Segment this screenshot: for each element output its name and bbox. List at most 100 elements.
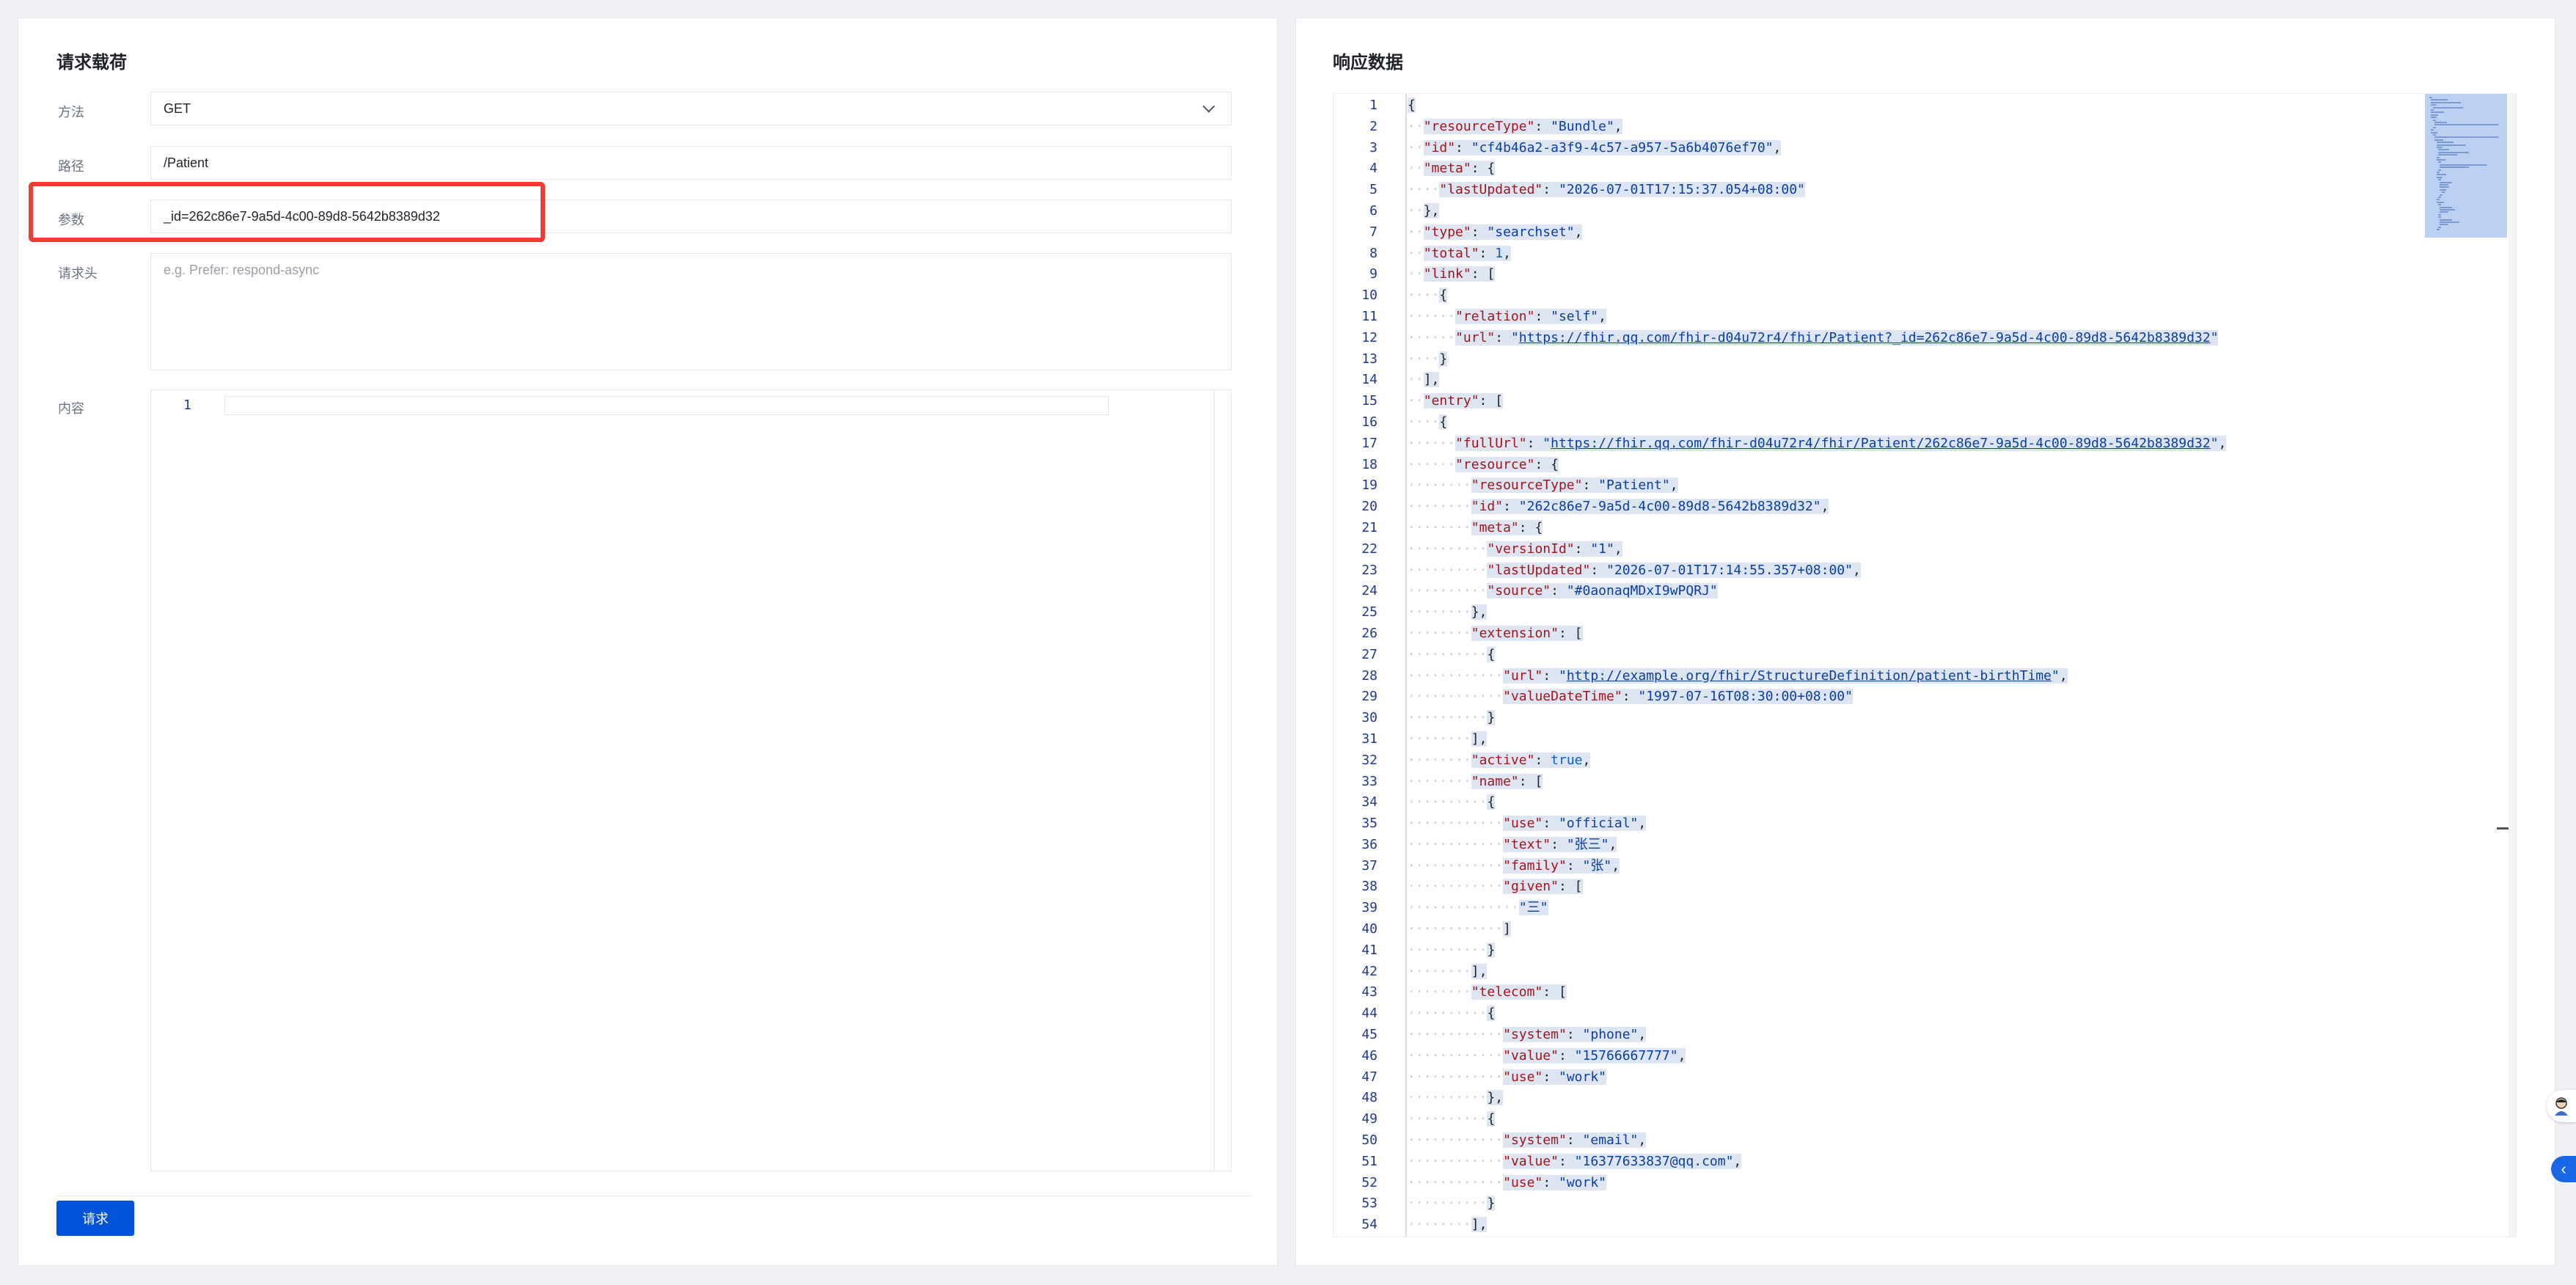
line-number: 20 — [1361, 499, 1377, 515]
code-text: ········"meta": { — [1408, 519, 1543, 535]
code-line: 49 ··········{ — [1333, 1109, 2419, 1130]
line-number: 22 — [1361, 541, 1377, 557]
minimap-line — [2436, 147, 2443, 148]
code-text: ············"url": "http://example.org/f… — [1408, 667, 2068, 684]
code-text: ········], — [1408, 963, 1488, 979]
code-scrollbar[interactable] — [2509, 94, 2516, 1237]
code-text: ··········} — [1408, 942, 1496, 958]
response-panel: 响应数据 1{2 ··"resourceType": "Bundle", 3 ··"i… — [1295, 18, 2555, 1266]
line-number: 4 — [1369, 161, 1377, 177]
code-text: ············"value": "15766667777", — [1408, 1047, 1686, 1063]
line-number: 25 — [1361, 604, 1377, 620]
minimap-line — [2438, 216, 2441, 219]
code-line: 9 ··"link": [ — [1333, 264, 2419, 285]
minimap-line — [2434, 124, 2498, 126]
line-number: 54 — [1361, 1217, 1377, 1233]
minimap-line — [2431, 131, 2438, 133]
minimap-line — [2438, 149, 2450, 151]
minimap-line — [2432, 119, 2436, 121]
code-line: 18 ······"resource": { — [1333, 455, 2419, 476]
line-number: 30 — [1361, 710, 1377, 726]
code-text: ······"url": "https://fhir.qq.com/fhir-d… — [1408, 329, 2219, 345]
method-value: GET — [164, 100, 191, 116]
minimap-line — [2438, 204, 2441, 206]
code-text: ············"text": "张三", — [1408, 836, 1617, 852]
code-text: ······"relation": "self", — [1408, 308, 1606, 324]
code-line: 45 ············"system": "phone", — [1333, 1025, 2419, 1046]
code-line: 1{ — [1333, 95, 2419, 117]
line-number: 49 — [1361, 1111, 1377, 1127]
code-line: 26 ········"extension": [ — [1333, 623, 2419, 645]
request-button[interactable]: 请求 — [56, 1201, 134, 1236]
method-select[interactable]: GET — [150, 92, 1232, 125]
line-number: 35 — [1361, 816, 1377, 832]
code-text: ····} — [1408, 351, 1448, 367]
code-line: 47 ············"use": "work" — [1333, 1067, 2419, 1088]
line-number: 51 — [1361, 1153, 1377, 1169]
code-line: 38 ············"given": [ — [1333, 876, 2419, 898]
body-editor[interactable]: 1 — [150, 389, 1232, 1171]
code-text: ········"name": [ — [1408, 773, 1543, 789]
minimap-line — [2440, 211, 2449, 213]
line-number: 3 — [1369, 139, 1377, 155]
code-line: 28 ············"url": "http://example.org… — [1333, 666, 2419, 687]
line-number: 23 — [1361, 562, 1377, 578]
code-line: 2 ··"resourceType": "Bundle", — [1333, 117, 2419, 138]
line-number: 16 — [1361, 414, 1377, 430]
code-line: 12 ······"url": "https://fhir.qq.com/fhir… — [1333, 328, 2419, 349]
editor-scrollbar[interactable] — [1214, 390, 1215, 1171]
code-line: 16 ····{ — [1333, 412, 2419, 433]
line-number: 15 — [1361, 393, 1377, 409]
minimap-line — [2436, 156, 2440, 158]
code-text: ············"use": "official", — [1408, 816, 1647, 832]
request-panel-title: 请求载荷 — [56, 53, 127, 73]
code-line: 7 ··"type": "searchset", — [1333, 222, 2419, 244]
code-text: ············"family": "张", — [1408, 857, 1620, 874]
line-number: 13 — [1361, 351, 1377, 367]
code-minimap[interactable] — [2425, 94, 2507, 238]
avatar-icon[interactable] — [2547, 1090, 2576, 1122]
line-number: 46 — [1361, 1047, 1377, 1063]
minimap-line — [2438, 151, 2470, 153]
code-line: 39 ··············"三" — [1333, 898, 2419, 919]
minimap-line — [2436, 229, 2440, 231]
code-text: ············"value": "16377633837@qq.com… — [1408, 1153, 1742, 1169]
path-input[interactable]: /Patient — [150, 146, 1232, 180]
chevron-down-icon[interactable] — [1202, 100, 1215, 113]
chevron-left-icon: ‹ — [2561, 1160, 2566, 1178]
code-text: ········}, — [1408, 604, 1488, 620]
code-text: ········], — [1408, 1217, 1488, 1233]
line-number: 5 — [1369, 182, 1377, 198]
collapse-button[interactable]: ‹ — [2551, 1156, 2576, 1182]
minimap-line — [2440, 219, 2452, 221]
path-value: /Patient — [164, 155, 209, 170]
minimap-line — [2436, 144, 2467, 146]
code-text: ··"type": "searchset", — [1408, 224, 1583, 240]
response-code-viewer[interactable]: 1{2 ··"resourceType": "Bundle", 3 ··"id": "… — [1333, 93, 2517, 1237]
code-line: 21 ········"meta": { — [1333, 518, 2419, 539]
minimap-line — [2438, 179, 2441, 181]
code-text: ········], — [1408, 731, 1488, 747]
code-line: 52 ············"use": "work" — [1333, 1173, 2419, 1194]
line-number: 1 — [1369, 98, 1377, 113]
code-text: ··"entry": [ — [1408, 393, 1504, 409]
code-line: 23 ··········"lastUpdated": "2026-07-01T1… — [1333, 560, 2419, 582]
minimap-line — [2440, 188, 2447, 191]
code-text: ········"telecom": [ — [1408, 984, 1567, 1000]
minimap-line — [2438, 213, 2441, 216]
code-line: 43 ········"telecom": [ — [1333, 982, 2419, 1003]
minimap-line — [2436, 142, 2454, 144]
minimap-line — [2440, 164, 2487, 166]
editor-current-line[interactable] — [224, 396, 1109, 415]
code-text: ············"system": "phone", — [1408, 1027, 1647, 1043]
code-line: 19 ········"resourceType": "Patient", — [1333, 475, 2419, 497]
minimap-line — [2440, 224, 2449, 226]
method-label: 方法 — [58, 105, 84, 120]
minimap-line — [2438, 154, 2458, 156]
code-line: 10 ····{ — [1333, 285, 2419, 307]
code-text: ··········"source": "#0aonaqMDxI9wPQRJ" — [1408, 583, 1718, 599]
code-text: ··········"lastUpdated": "2026-07-01T17:… — [1408, 562, 1861, 578]
headers-placeholder: e.g. Prefer: respond-async — [164, 263, 320, 277]
code-line: 6 ··}, — [1333, 201, 2419, 222]
headers-textarea[interactable]: e.g. Prefer: respond-async — [150, 253, 1232, 370]
